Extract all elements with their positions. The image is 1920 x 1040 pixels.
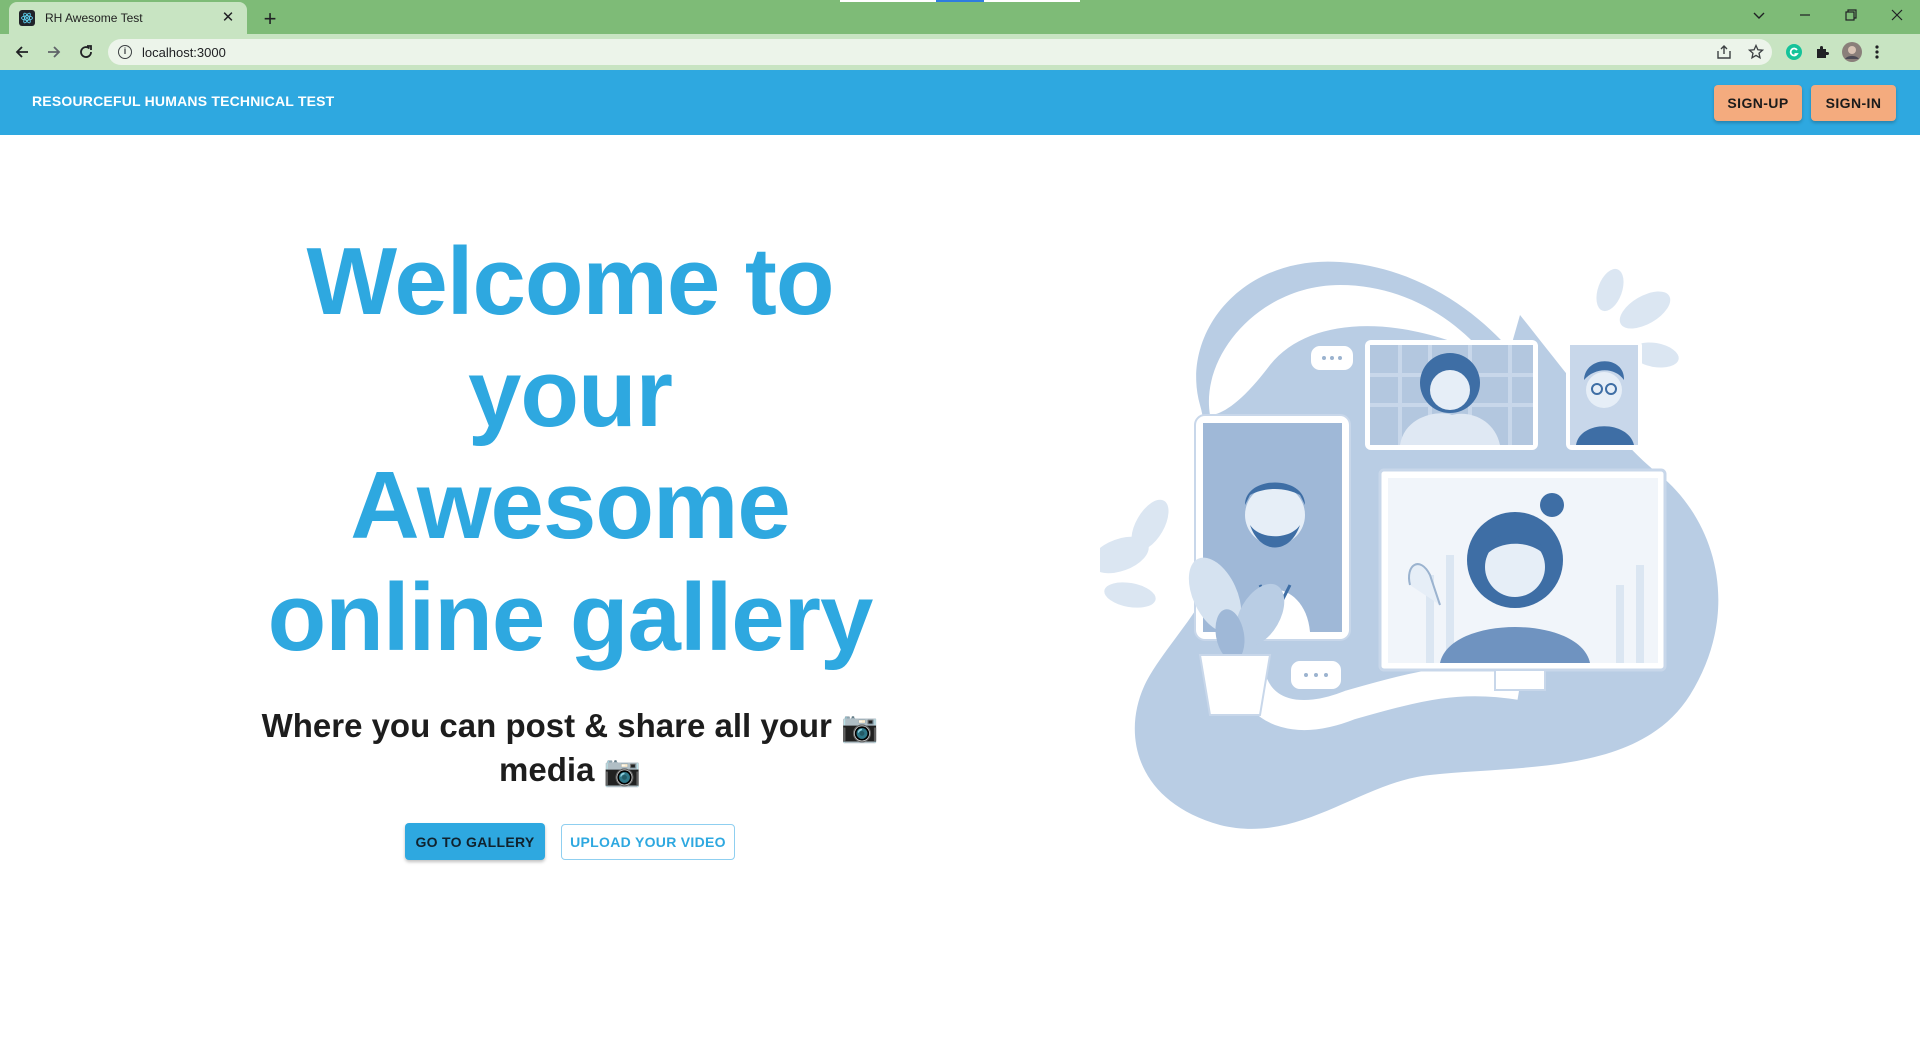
hero-subtitle: Where you can post & share all your 📷 me…	[240, 705, 900, 793]
chat-bubble	[1309, 344, 1355, 372]
url-text: localhost:3000	[142, 44, 226, 60]
tab-strip-indicator	[984, 0, 1080, 2]
camera-icon: 📷	[603, 755, 641, 788]
app-title[interactable]: RESOURCEFUL HUMANS TECHNICAL TEST	[32, 93, 334, 109]
video-window-man-glasses	[1566, 340, 1642, 450]
go-to-gallery-button[interactable]: GO TO GALLERY	[405, 823, 545, 860]
menu-icon[interactable]	[1874, 44, 1880, 65]
tab-title: RH Awesome Test	[45, 11, 143, 25]
window-close-icon[interactable]	[1874, 0, 1920, 30]
chat-bubble	[1289, 659, 1343, 691]
minimize-icon[interactable]	[1782, 0, 1828, 30]
hero-subtitle-text: media	[499, 751, 595, 788]
hero-title-line: your	[467, 340, 673, 447]
signin-button[interactable]: SIGN-IN	[1811, 85, 1896, 121]
plant-leaves	[1100, 499, 1169, 608]
profile-avatar[interactable]	[1842, 42, 1862, 67]
share-icon[interactable]	[1714, 42, 1734, 62]
hero-subtitle-text: Where you can post & share all your	[261, 707, 832, 744]
grammarly-icon[interactable]	[1786, 44, 1802, 65]
plus-icon[interactable]: +	[256, 5, 284, 33]
signup-button[interactable]: SIGN-UP	[1714, 85, 1802, 121]
hero-title: Welcome to your Awesome online gallery	[240, 226, 900, 674]
restore-icon[interactable]	[1828, 0, 1874, 30]
video-window-waving-woman	[1378, 468, 1667, 691]
hero-title-line: Awesome	[350, 452, 790, 559]
forward-icon[interactable]	[40, 38, 68, 66]
upload-video-button[interactable]: UPLOAD YOUR VIDEO	[561, 824, 735, 860]
browser-tab-bar: RH Awesome Test ✕ +	[0, 0, 1920, 34]
browser-tab[interactable]: RH Awesome Test ✕	[9, 2, 247, 34]
tab-strip-indicator	[840, 0, 936, 2]
tab-strip-indicator-active	[936, 0, 984, 2]
app-header: RESOURCEFUL HUMANS TECHNICAL TEST SIGN-U…	[0, 70, 1920, 135]
close-icon[interactable]: ✕	[219, 9, 237, 27]
star-icon[interactable]	[1746, 42, 1766, 62]
chevron-down-icon[interactable]	[1736, 0, 1782, 30]
hero-title-line: online gallery	[267, 564, 874, 671]
camera-icon: 📷	[841, 711, 879, 744]
extensions-icon[interactable]	[1814, 44, 1830, 65]
react-favicon	[19, 10, 35, 26]
back-icon[interactable]	[8, 38, 36, 66]
hero-subtitle-line: media 📷	[240, 749, 900, 793]
address-bar[interactable]: i localhost:3000	[108, 39, 1772, 65]
hero-title-line: Welcome to	[306, 228, 835, 335]
info-icon[interactable]: i	[118, 45, 132, 59]
hero-subtitle-line: Where you can post & share all your 📷	[240, 705, 900, 749]
reload-icon[interactable]	[72, 38, 100, 66]
video-call-illustration	[1100, 261, 1719, 829]
video-window-woman-top	[1365, 340, 1538, 450]
browser-toolbar: i localhost:3000	[0, 34, 1920, 70]
